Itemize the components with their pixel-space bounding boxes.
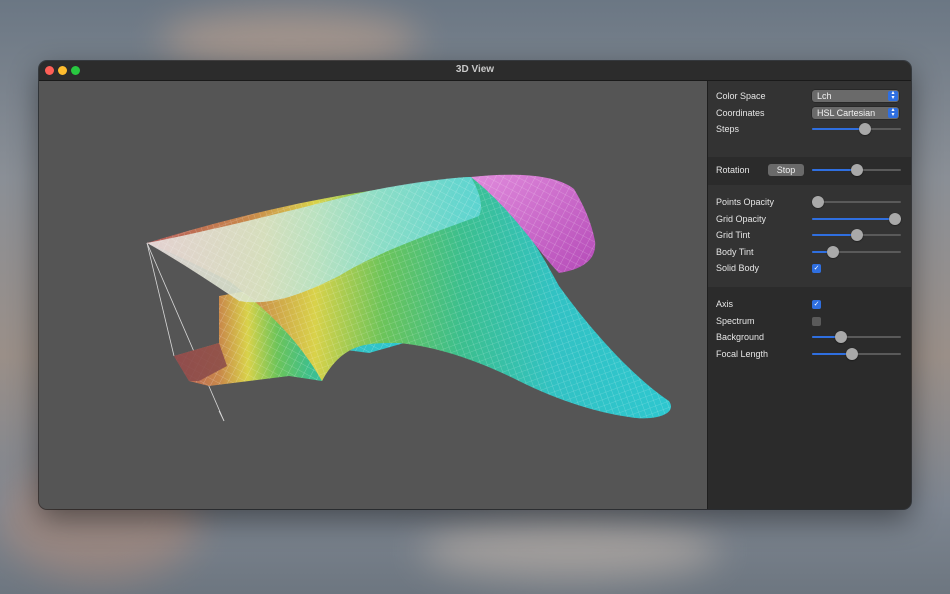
grid-tint-label: Grid Tint [716, 230, 751, 240]
axis-checkbox[interactable]: ✓ [812, 300, 821, 309]
color-space-solid[interactable] [39, 81, 707, 509]
spectrum-label: Spectrum [716, 316, 755, 326]
coordinates-popup[interactable]: HSL Cartesian ▴ ▾ [812, 107, 899, 119]
axis-tick [218, 410, 225, 422]
body-tint-label: Body Tint [716, 247, 754, 257]
group-opacity: Points Opacity Grid Opacity Grid Tint Bo… [708, 185, 911, 287]
points-opacity-label: Points Opacity [716, 197, 775, 207]
grid-tint-slider[interactable] [812, 229, 901, 241]
grid-opacity-label: Grid Opacity [716, 214, 767, 224]
window-title: 3D View [455, 64, 495, 75]
axis-label: Axis [716, 299, 734, 309]
desktop-blur-3 [420, 520, 720, 580]
slider-knob[interactable] [850, 164, 863, 176]
grid-opacity-slider[interactable] [812, 213, 901, 225]
body-tint-slider[interactable] [812, 246, 901, 258]
focal-length-label: Focal Length [716, 349, 769, 359]
slider-knob[interactable] [835, 331, 848, 343]
focal-length-slider[interactable] [812, 348, 901, 360]
slider-knob[interactable] [846, 348, 859, 360]
background-label: Background [716, 332, 765, 342]
chevron-up-down-icon: ▴ ▾ [888, 90, 898, 101]
group-display: Axis ✓ Spectrum Background Focal Length [708, 287, 911, 509]
color-space-value: Lch [817, 91, 832, 101]
chevron-up-down-icon: ▴ ▾ [888, 107, 898, 118]
rotation-label: Rotation [716, 165, 750, 175]
coordinates-label: Coordinates [716, 108, 765, 118]
slider-knob[interactable] [888, 213, 901, 225]
solid-body-checkbox[interactable]: ✓ [812, 264, 821, 273]
steps-label: Steps [716, 124, 740, 134]
solid-body-label: Solid Body [716, 263, 760, 273]
spectrum-checkbox[interactable] [812, 317, 821, 326]
slider-knob[interactable] [859, 123, 872, 135]
title-bar[interactable]: 3D View [39, 61, 911, 81]
app-window: 3D View Color Space Lch ▴ ▾ Coordinates … [39, 61, 911, 509]
settings-panel: Color Space Lch ▴ ▾ Coordinates HSL Carte… [707, 81, 911, 509]
color-space-popup[interactable]: Lch ▴ ▾ [812, 90, 899, 102]
coordinates-value: HSL Cartesian [817, 108, 876, 118]
stop-rotation-button[interactable]: Stop [768, 164, 804, 176]
background-slider[interactable] [812, 331, 901, 343]
points-opacity-slider[interactable] [812, 196, 901, 208]
slider-knob[interactable] [827, 246, 840, 258]
color-space-label: Color Space [716, 91, 766, 101]
group-color-space: Color Space Lch ▴ ▾ Coordinates HSL Carte… [708, 81, 911, 157]
slider-knob[interactable] [812, 196, 825, 208]
slider-knob[interactable] [850, 229, 863, 241]
3d-viewport[interactable] [39, 81, 707, 509]
rotation-slider[interactable] [812, 164, 901, 176]
group-rotation: Rotation Stop [708, 157, 911, 185]
steps-slider[interactable] [812, 123, 901, 135]
